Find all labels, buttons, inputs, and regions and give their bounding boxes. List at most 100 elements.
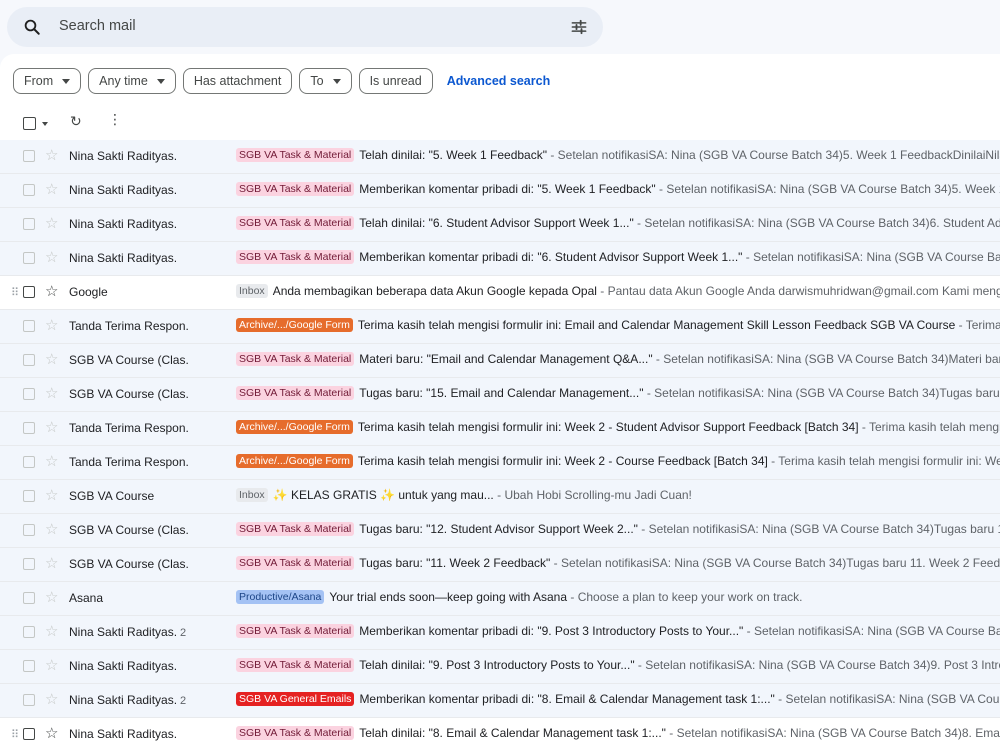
email-snippet: - Setelan notifikasiSA: Nina (SGB VA Cou… <box>546 148 1000 162</box>
row-checkbox[interactable] <box>23 218 35 230</box>
row-checkbox[interactable] <box>23 320 35 332</box>
row-checkbox[interactable] <box>23 184 35 196</box>
row-checkbox[interactable] <box>23 626 35 638</box>
sender-name: Google <box>69 285 108 299</box>
email-list: ☆ Nina Sakti Radityas. SGB VA Task & Mater… <box>0 140 1000 750</box>
email-label[interactable]: SGB VA Task & Material <box>236 386 355 400</box>
select-all-checkbox[interactable] <box>23 117 36 130</box>
email-snippet: - Setelan notifikasiSA: Nina (SGB VA Cou… <box>655 182 1000 196</box>
star-icon[interactable]: ☆ <box>45 317 58 334</box>
row-checkbox[interactable] <box>23 592 35 604</box>
row-checkbox[interactable] <box>23 728 35 740</box>
star-icon[interactable]: ☆ <box>45 487 58 504</box>
email-label[interactable]: SGB VA Task & Material <box>236 726 355 740</box>
email-row[interactable]: ☆ SGB VA Course (Clas. SGB VA Task & Mater… <box>0 344 1000 378</box>
star-icon[interactable]: ☆ <box>45 589 58 606</box>
row-checkbox[interactable] <box>23 252 35 264</box>
star-icon[interactable]: ☆ <box>45 351 58 368</box>
email-label[interactable]: SGB VA Task & Material <box>236 522 355 536</box>
more-vert-icon[interactable]: ⋮ <box>108 112 122 126</box>
email-subject: Terima kasih telah mengisi formulir ini:… <box>357 318 956 332</box>
filter-chip[interactable]: Any time <box>88 68 176 94</box>
filter-chip[interactable]: From <box>13 68 82 94</box>
star-icon[interactable]: ☆ <box>45 453 58 470</box>
row-checkbox[interactable] <box>23 150 35 162</box>
row-checkbox[interactable] <box>23 456 35 468</box>
star-icon[interactable]: ☆ <box>45 385 58 402</box>
email-row[interactable]: ⠿ ☆ Nina Sakti Radityas. SGB VA Task & Mate… <box>0 718 1000 750</box>
search-options-icon[interactable] <box>569 17 589 37</box>
row-checkbox[interactable] <box>23 558 35 570</box>
row-checkbox[interactable] <box>23 388 35 400</box>
email-subject: Telah dinilai: "5. Week 1 Feedback" <box>359 148 547 162</box>
row-checkbox[interactable] <box>23 660 35 672</box>
email-label[interactable]: SGB VA Task & Material <box>236 182 355 196</box>
email-sender: SGB VA Course (Clas. <box>69 523 229 537</box>
email-label[interactable]: SGB VA Task & Material <box>236 250 355 264</box>
row-checkbox[interactable] <box>23 286 35 298</box>
filter-chip[interactable]: Is unread <box>358 68 433 94</box>
star-icon[interactable]: ☆ <box>45 419 58 436</box>
filter-chip[interactable]: Has attachment <box>182 68 293 94</box>
email-row[interactable]: ☆ Tanda Terima Respon. Archive/.../Google … <box>0 310 1000 344</box>
email-label[interactable]: SGB VA Task & Material <box>236 352 355 366</box>
filter-chip[interactable]: To <box>299 68 352 94</box>
email-row[interactable]: ☆ Asana Productive/Asana Your trial ends so… <box>0 582 1000 616</box>
row-checkbox[interactable] <box>23 490 35 502</box>
row-checkbox[interactable] <box>23 354 35 366</box>
email-row[interactable]: ☆ Nina Sakti Radityas. 2 SGB VA General Ema… <box>0 684 1000 718</box>
star-icon[interactable]: ☆ <box>45 691 58 708</box>
row-checkbox[interactable] <box>23 694 35 706</box>
star-icon[interactable]: ☆ <box>45 657 58 674</box>
star-icon[interactable]: ☆ <box>45 181 58 198</box>
star-icon[interactable]: ☆ <box>45 249 58 266</box>
email-label[interactable]: SGB VA General Emails <box>236 692 355 706</box>
email-row[interactable]: ☆ Nina Sakti Radityas. SGB VA Task & Mater… <box>0 174 1000 208</box>
email-row[interactable]: ☆ Nina Sakti Radityas. SGB VA Task & Mater… <box>0 242 1000 276</box>
star-icon[interactable]: ☆ <box>45 283 58 300</box>
email-row[interactable]: ☆ SGB VA Course (Clas. SGB VA Task & Mater… <box>0 514 1000 548</box>
drag-handle-icon[interactable]: ⠿ <box>11 286 19 299</box>
email-label[interactable]: SGB VA Task & Material <box>236 624 355 638</box>
email-label[interactable]: Productive/Asana <box>236 590 325 604</box>
email-row[interactable]: ☆ Nina Sakti Radityas. SGB VA Task & Mater… <box>0 140 1000 174</box>
email-label[interactable]: SGB VA Task & Material <box>236 216 355 230</box>
select-dropdown-icon[interactable] <box>42 122 48 126</box>
email-label[interactable]: Archive/.../Google Form <box>236 420 353 434</box>
row-checkbox[interactable] <box>23 422 35 434</box>
email-row[interactable]: ☆ Nina Sakti Radityas. SGB VA Task & Mater… <box>0 208 1000 242</box>
email-label[interactable]: Inbox <box>236 488 268 502</box>
star-icon[interactable]: ☆ <box>45 623 58 640</box>
email-snippet: - Ubah Hobi Scrolling-mu Jadi Cuan! <box>493 488 692 502</box>
email-label[interactable]: SGB VA Task & Material <box>236 556 355 570</box>
star-icon[interactable]: ☆ <box>45 521 58 538</box>
email-label[interactable]: Archive/.../Google Form <box>236 318 353 332</box>
star-icon[interactable]: ☆ <box>45 555 58 572</box>
email-label[interactable]: Inbox <box>236 284 268 298</box>
email-label[interactable]: SGB VA Task & Material <box>236 658 355 672</box>
star-icon[interactable]: ☆ <box>45 725 58 742</box>
search-icon[interactable] <box>23 18 41 36</box>
email-row[interactable]: ⠿ ☆ Google Inbox Anda membagikan beberapa da… <box>0 276 1000 310</box>
email-label[interactable]: SGB VA Task & Material <box>236 148 355 162</box>
star-icon[interactable]: ☆ <box>45 215 58 232</box>
email-content: SGB VA Task & Material Tugas baru: "11. W… <box>236 556 1000 570</box>
search-bar[interactable]: Search mail <box>7 7 603 47</box>
email-row[interactable]: ☆ Nina Sakti Radityas. SGB VA Task & Mater… <box>0 650 1000 684</box>
refresh-icon[interactable]: ↻ <box>70 113 82 130</box>
star-icon[interactable]: ☆ <box>45 147 58 164</box>
email-row[interactable]: ☆ Tanda Terima Respon. Archive/.../Google … <box>0 412 1000 446</box>
email-row[interactable]: ☆ Tanda Terima Respon. Archive/.../Google … <box>0 446 1000 480</box>
advanced-search-link[interactable]: Advanced search <box>447 74 551 88</box>
row-checkbox[interactable] <box>23 524 35 536</box>
sender-name: SGB VA Course (Clas. <box>69 557 189 571</box>
email-row[interactable]: ☆ SGB VA Course (Clas. SGB VA Task & Mater… <box>0 548 1000 582</box>
email-row[interactable]: ☆ SGB VA Course Inbox ✨ KELAS GRATIS ✨ untu… <box>0 480 1000 514</box>
search-input[interactable]: Search mail <box>59 18 136 34</box>
filter-chip-label: Is unread <box>369 74 422 88</box>
drag-handle-icon[interactable]: ⠿ <box>11 728 19 741</box>
email-label[interactable]: Archive/.../Google Form <box>236 454 353 468</box>
email-row[interactable]: ☆ Nina Sakti Radityas. 2 SGB VA Task & Mate… <box>0 616 1000 650</box>
sender-name: Tanda Terima Respon. <box>69 421 189 435</box>
email-row[interactable]: ☆ SGB VA Course (Clas. SGB VA Task & Mater… <box>0 378 1000 412</box>
